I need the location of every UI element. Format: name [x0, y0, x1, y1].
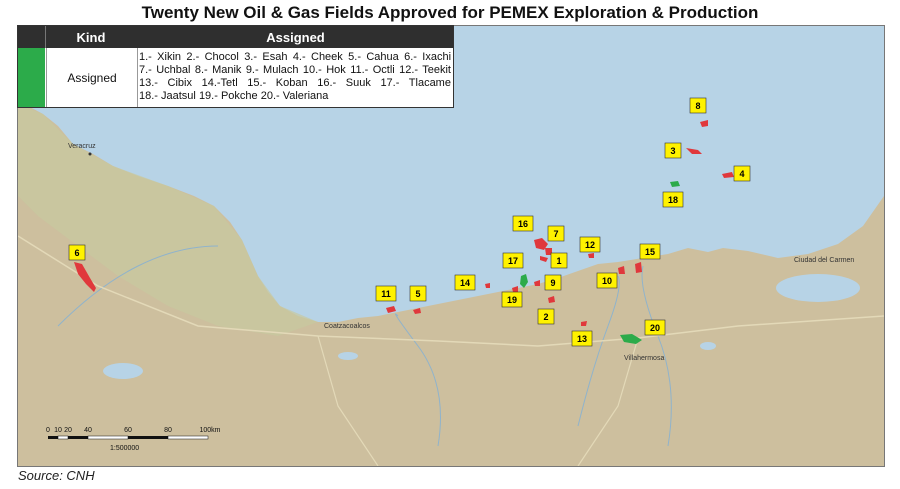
page-title: Twenty New Oil & Gas Fields Approved for…: [141, 3, 759, 22]
scale-ratio: 1:500000: [110, 445, 139, 452]
legend-field: 3.- Esah: [244, 51, 288, 63]
lake: [103, 363, 143, 379]
svg-text:3: 3: [670, 146, 675, 156]
legend-field: 18.- Jaatsul: [139, 90, 196, 102]
legend-header: Kind Assigned: [18, 26, 453, 48]
legend-field: 17.- Tlacame: [380, 77, 451, 89]
marker-9: 9: [544, 274, 562, 291]
scale-tick-10: 10: [54, 427, 62, 434]
marker-20: 20: [644, 319, 666, 336]
marker-2: 2: [537, 308, 555, 325]
svg-text:4: 4: [739, 169, 744, 179]
marker-3: 3: [664, 142, 682, 159]
svg-text:7: 7: [553, 229, 558, 239]
source-caption: Source: CNH: [18, 468, 95, 483]
marker-10: 10: [596, 272, 618, 289]
legend-field: 11.- Octli: [350, 64, 395, 76]
svg-text:17: 17: [508, 256, 518, 266]
marker-16: 16: [512, 215, 534, 232]
svg-text:19: 19: [507, 295, 517, 305]
svg-text:8: 8: [695, 101, 700, 111]
svg-text:10: 10: [602, 276, 612, 286]
svg-text:13: 13: [577, 334, 587, 344]
marker-13: 13: [571, 330, 593, 347]
terminos-lagoon: [776, 274, 860, 302]
legend-assigned-swatch: [18, 48, 45, 107]
svg-text:9: 9: [550, 278, 555, 288]
svg-text:20: 20: [650, 323, 660, 333]
marker-11: 11: [375, 285, 397, 302]
city-ciudad-del-carmen: Ciudad del Carmen: [794, 257, 854, 264]
legend-field: 8.- Manik: [194, 64, 242, 76]
veracruz-dot: [88, 152, 92, 156]
marker-7: 7: [547, 225, 565, 242]
marker-4: 4: [733, 165, 751, 182]
svg-text:16: 16: [518, 219, 528, 229]
legend-field: 4.- Cheek: [292, 51, 343, 63]
marker-19: 19: [501, 291, 523, 308]
scale-tick-80: 80: [164, 427, 172, 434]
svg-text:14: 14: [460, 278, 470, 288]
legend-fields-list: 1.- Xikin 2.- Chocol 3.- Esah 4.- Cheek …: [139, 51, 451, 103]
marker-8: 8: [689, 97, 707, 114]
svg-text:2: 2: [543, 312, 548, 322]
city-villahermosa: Villahermosa: [624, 355, 664, 362]
legend-field: 16.- Suuk: [317, 77, 371, 89]
lake: [338, 352, 358, 360]
scale-tick-60: 60: [124, 427, 132, 434]
legend-field: 9.- Mulach: [245, 64, 299, 76]
legend-header-swatch-cell: [18, 26, 46, 48]
marker-17: 17: [502, 252, 524, 269]
legend-field: 1.- Xikin: [139, 51, 182, 63]
marker-12: 12: [579, 236, 601, 253]
marker-5: 5: [409, 285, 427, 302]
legend-field: 19.- Pokche: [198, 90, 258, 102]
scale-tick-100: 100km: [199, 427, 220, 434]
legend-field: 7.- Uchbal: [139, 64, 191, 76]
legend-field: 12.- Teekit: [399, 64, 451, 76]
legend-field: 2.- Chocol: [186, 51, 239, 63]
svg-text:1: 1: [556, 256, 561, 266]
legend-table: Kind Assigned Assigned 1.- Xikin 2.- Cho…: [17, 25, 454, 108]
marker-14: 14: [454, 274, 476, 291]
legend-field: 14.-Tetl: [201, 77, 238, 89]
scale-tick-40: 40: [84, 427, 92, 434]
scale-tick-0: 0: [46, 427, 50, 434]
lake: [700, 342, 716, 350]
svg-text:6: 6: [74, 248, 79, 258]
svg-text:11: 11: [381, 289, 391, 299]
legend-header-kind: Kind: [76, 30, 106, 45]
legend-kind-value: Assigned: [46, 48, 138, 107]
legend-field: 10.- Hok: [302, 64, 346, 76]
marker-18: 18: [662, 191, 684, 208]
legend-field: 13.- Cibix: [139, 77, 192, 89]
city-veracruz: Veracruz: [68, 143, 96, 150]
city-coatzacoalcos: Coatzacoalcos: [324, 323, 370, 330]
legend-field: 20.- Valeriana: [260, 90, 329, 102]
svg-text:12: 12: [585, 240, 595, 250]
svg-text:18: 18: [668, 195, 678, 205]
marker-1: 1: [550, 252, 568, 269]
marker-15: 15: [639, 243, 661, 260]
legend-field: 6.- Ixachi: [404, 51, 452, 63]
legend-field: 15.- Koban: [247, 77, 308, 89]
scale-tick-20: 20: [64, 427, 72, 434]
legend-field: 5.- Cahua: [348, 51, 399, 63]
marker-6: 6: [68, 244, 86, 261]
svg-text:5: 5: [415, 289, 420, 299]
legend-header-assigned: Assigned: [266, 30, 325, 45]
svg-text:15: 15: [645, 247, 655, 257]
